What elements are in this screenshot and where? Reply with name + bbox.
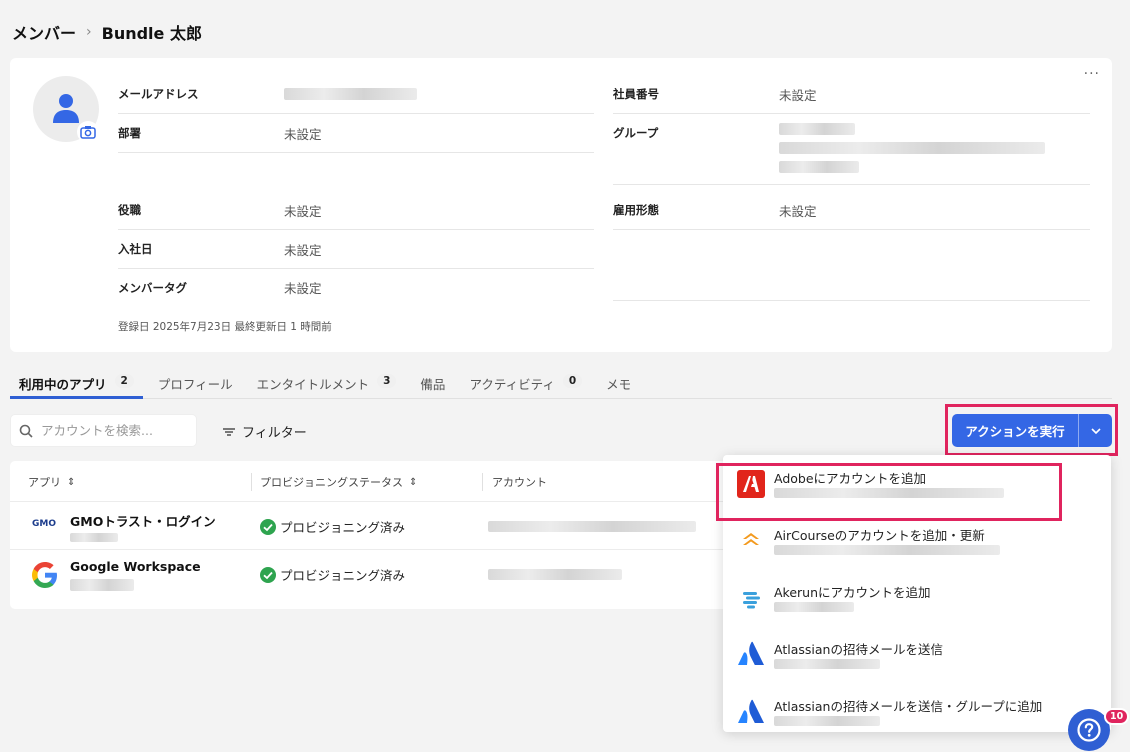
divider: [613, 300, 1090, 301]
field-value: 未設定: [284, 203, 322, 219]
app-name[interactable]: Google Workspace: [70, 559, 201, 574]
field-value: 未設定: [779, 87, 817, 103]
aircourse-icon: [743, 533, 759, 545]
profile-card: ··· メールアドレス 部署 未設定 役職 未設定 入社日 未設定 メンバータグ…: [10, 58, 1112, 352]
field-label: メールアドレス: [118, 87, 199, 101]
tab-count-badge: 0: [562, 374, 583, 388]
tab-count-badge: 3: [377, 374, 397, 388]
redacted-value: [70, 579, 134, 591]
tab-profile[interactable]: プロフィール: [149, 370, 242, 399]
highlight-box: [716, 463, 1062, 521]
person-icon: [53, 94, 79, 123]
question-icon: [1077, 718, 1101, 742]
field-department: 部署 未設定: [118, 114, 594, 153]
field-position: 役職 未設定: [118, 191, 594, 230]
redacted-account: [488, 521, 696, 532]
field-label: 部署: [118, 126, 141, 140]
sort-icon[interactable]: ⇕: [67, 477, 75, 488]
atlassian-icon: [738, 699, 764, 723]
search-icon: [19, 424, 33, 438]
google-logo-icon: [32, 562, 57, 588]
menu-item-title: Atlassianの招待メールを送信・グループに追加: [774, 699, 1043, 714]
field-label: メンバータグ: [118, 280, 187, 295]
field-employee-no: 社員番号 未設定: [613, 75, 1090, 114]
breadcrumb-parent[interactable]: メンバー: [12, 20, 76, 44]
field-label: 役職: [118, 203, 141, 217]
tab-activity[interactable]: アクティビティ 0: [460, 370, 591, 399]
run-action-button[interactable]: アクションを実行: [952, 414, 1112, 447]
field-join-date: 入社日 未設定: [118, 230, 594, 269]
column-header-status[interactable]: プロビジョニングステータス ⇕: [260, 472, 417, 492]
apps-table: アプリ ⇕ プロビジョニングステータス ⇕ アカウント GMO GMOトラスト・…: [10, 461, 730, 609]
menu-item-title: AirCourseのアカウントを追加・更新: [774, 528, 985, 543]
table-row[interactable]: GMO GMOトラスト・ログイン プロビジョニング済み: [10, 501, 730, 549]
menu-item-akerun[interactable]: Akerunにアカウントを追加: [723, 569, 1111, 626]
sort-icon[interactable]: ⇕: [409, 477, 417, 488]
field-employment-type: 雇用形態 未設定: [613, 191, 1090, 230]
tab-entitlements[interactable]: エンタイトルメント 3: [248, 370, 406, 399]
table-row[interactable]: Google Workspace プロビジョニング済み: [10, 549, 730, 597]
field-email: メールアドレス: [118, 75, 594, 114]
record-meta: 登録日 2025年7月23日 最終更新日 1 時間前: [118, 321, 332, 333]
redacted-value: [774, 545, 1000, 555]
column-divider: [251, 473, 252, 491]
filter-icon: [223, 427, 235, 436]
akerun-icon: [741, 589, 761, 609]
tab-apps-in-use[interactable]: 利用中のアプリ 2: [10, 370, 143, 399]
field-value: 未設定: [284, 242, 322, 258]
breadcrumb: メンバー › Bundle 太郎: [12, 20, 202, 44]
provisioning-status: プロビジョニング済み: [260, 517, 405, 536]
column-header-account: アカウント: [492, 476, 547, 489]
search-input[interactable]: [41, 423, 181, 438]
field-group: グループ: [613, 114, 1090, 185]
field-label: 社員番号: [613, 87, 659, 101]
redacted-value: [774, 659, 880, 669]
field-value: 未設定: [779, 203, 817, 219]
redacted-account: [488, 569, 622, 580]
run-action-label[interactable]: アクションを実行: [952, 421, 1078, 440]
field-member-tag: メンバータグ 未設定: [118, 268, 594, 307]
gmo-logo-icon: GMO: [32, 519, 56, 529]
breadcrumb-current: Bundle 太郎: [101, 24, 202, 43]
notification-badge: 10: [1104, 708, 1130, 725]
tab-count-badge: 2: [114, 374, 134, 388]
check-circle-icon: [260, 566, 276, 583]
field-value: 未設定: [284, 126, 322, 142]
chevron-right-icon: ›: [86, 24, 92, 40]
account-search: [10, 414, 197, 447]
field-label: 入社日: [118, 242, 153, 256]
filter-button[interactable]: フィルター: [222, 422, 307, 441]
camera-icon[interactable]: [77, 121, 99, 143]
redacted-value: [774, 602, 854, 612]
menu-item-atlassian-invite[interactable]: Atlassianの招待メールを送信: [723, 626, 1111, 683]
tab-equipment[interactable]: 備品: [411, 370, 454, 399]
field-label: グループ: [613, 126, 659, 140]
menu-item-title: Atlassianの招待メールを送信: [774, 642, 943, 657]
filter-label: フィルター: [242, 426, 307, 441]
chevron-down-icon[interactable]: [1079, 427, 1112, 434]
check-circle-icon: [260, 518, 276, 535]
column-header-app[interactable]: アプリ ⇕: [28, 472, 75, 492]
redacted-value: [284, 88, 417, 100]
menu-item-atlassian-invite-group[interactable]: Atlassianの招待メールを送信・グループに追加: [723, 683, 1111, 732]
field-label: 雇用形態: [613, 203, 659, 217]
provisioning-status: プロビジョニング済み: [260, 565, 405, 584]
redacted-value: [779, 123, 1045, 173]
field-value: 未設定: [284, 281, 322, 296]
menu-item-title: Akerunにアカウントを追加: [774, 585, 931, 600]
redacted-value: [70, 533, 118, 542]
app-name[interactable]: GMOトラスト・ログイン: [70, 511, 216, 530]
tab-bar: 利用中のアプリ 2 プロフィール エンタイトルメント 3 備品 アクティビティ 0 メ…: [10, 370, 1112, 399]
redacted-value: [774, 716, 880, 726]
atlassian-icon: [738, 641, 764, 665]
column-divider: [482, 473, 483, 491]
tab-memo[interactable]: メモ: [597, 370, 640, 399]
